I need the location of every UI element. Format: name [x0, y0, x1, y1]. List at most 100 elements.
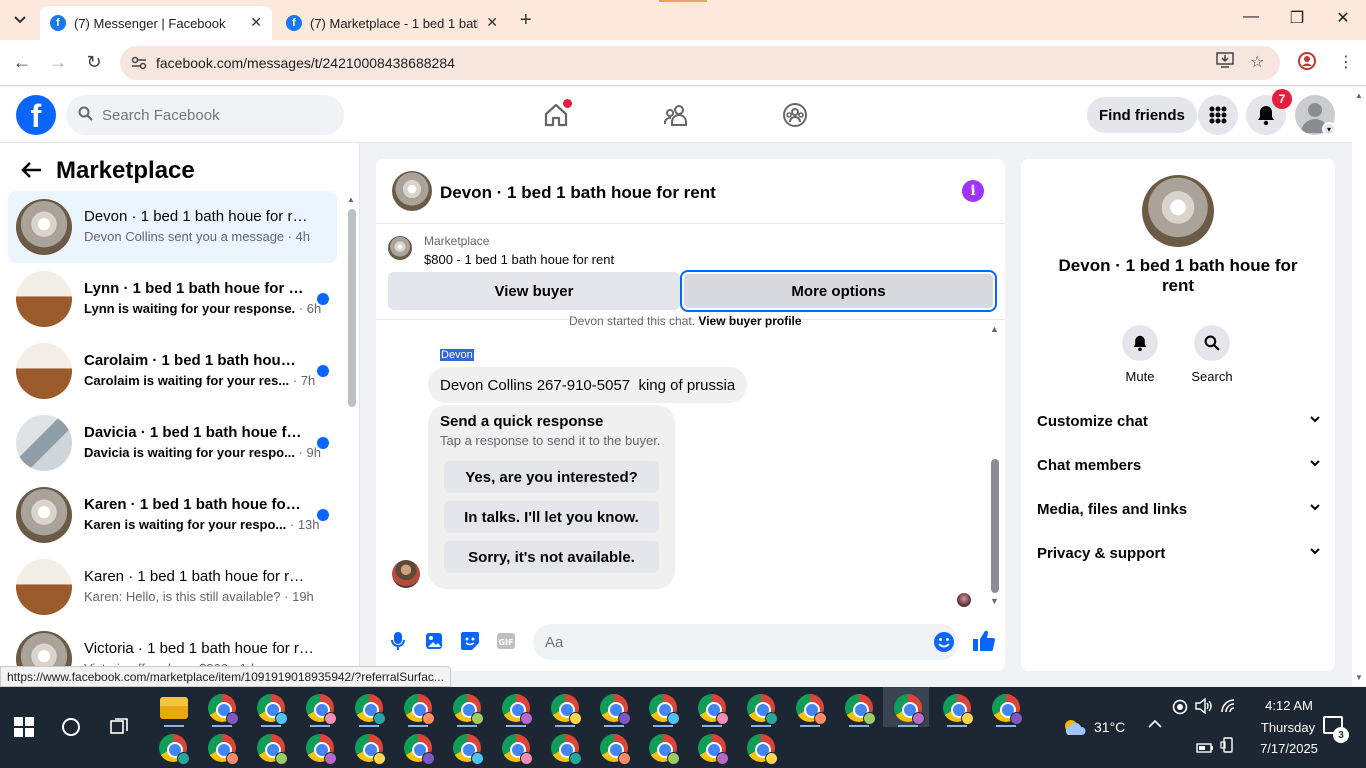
sidebar-scrollbar[interactable] [348, 209, 356, 407]
chrome-window-icon[interactable] [257, 694, 288, 725]
chrome-window-icon[interactable] [355, 734, 386, 765]
restore-window-icon[interactable]: ❐ [1282, 8, 1312, 28]
chrome-window-icon[interactable] [698, 734, 729, 765]
listing-thumbnail[interactable] [392, 171, 432, 211]
quick-response-option[interactable]: In talks. I'll let you know. [444, 501, 659, 533]
chrome-window-icon[interactable] [649, 694, 680, 725]
omnibox[interactable]: facebook.com/messages/t/2421000843868828… [120, 46, 1280, 80]
view-buyer-profile-link[interactable]: View buyer profile [698, 314, 801, 328]
groups-icon[interactable] [779, 99, 811, 131]
url-text[interactable]: facebook.com/messages/t/2421000843868828… [156, 55, 455, 71]
conversation-item-carolaim[interactable]: Carolaim · 1 bed 1 bath houe for rent Ca… [8, 335, 337, 407]
conversation-item-devon[interactable]: Devon · 1 bed 1 bath houe for rent Devon… [8, 191, 337, 263]
chrome-window-icon[interactable] [306, 694, 337, 725]
customize-chat-section[interactable]: Customize chat [1029, 399, 1327, 443]
chat-scrollbar[interactable] [991, 459, 999, 593]
windows-start-icon[interactable] [14, 717, 34, 737]
chrome-window-icon[interactable] [551, 694, 582, 725]
back-arrow-icon[interactable]: ← [10, 52, 34, 73]
conversation-item-davicia[interactable]: Davicia · 1 bed 1 bath houe for rent Dav… [8, 407, 337, 479]
friends-icon[interactable] [660, 99, 692, 131]
clock-day[interactable]: Thursday [1248, 720, 1328, 735]
emoji-icon[interactable] [933, 631, 955, 653]
more-options-button[interactable]: More options [680, 270, 997, 312]
reload-icon[interactable]: ↻ [82, 52, 106, 73]
browser-tab-marketplace[interactable]: f (7) Marketplace - 1 bed 1 bath h ✕ [276, 6, 508, 40]
task-view-icon[interactable] [110, 718, 130, 736]
info-icon[interactable]: i [962, 180, 984, 202]
chrome-window-icon[interactable] [404, 694, 435, 725]
tab-search-dropdown[interactable] [8, 8, 32, 32]
chrome-window-icon[interactable] [894, 694, 925, 725]
chrome-window-icon[interactable] [992, 694, 1023, 725]
site-settings-icon[interactable] [130, 54, 148, 72]
close-tab-icon[interactable]: ✕ [250, 14, 262, 31]
conversation-item-karen[interactable]: Karen · 1 bed 1 bath houe for rent Karen… [8, 479, 337, 551]
gif-icon[interactable]: GIF [495, 630, 517, 652]
chrome-window-icon[interactable] [257, 734, 288, 765]
media-files-links-section[interactable]: Media, files and links [1029, 487, 1327, 531]
close-window-icon[interactable]: ✕ [1328, 8, 1358, 28]
chrome-window-icon[interactable] [208, 734, 239, 765]
listing-title[interactable]: $800 - 1 bed 1 bath houe for rent [424, 252, 614, 267]
conversation-item-lynn[interactable]: Lynn · 1 bed 1 bath houe for rent Lynn i… [8, 263, 337, 335]
chrome-window-icon[interactable] [502, 694, 533, 725]
thumbs-up-icon[interactable] [972, 629, 996, 653]
chrome-window-icon[interactable] [796, 694, 827, 725]
mute-button[interactable]: Mute [1110, 325, 1170, 384]
sticker-icon[interactable] [459, 630, 481, 652]
new-tab-button[interactable]: + [520, 9, 532, 32]
chrome-window-icon[interactable] [355, 694, 386, 725]
chrome-window-icon[interactable] [649, 734, 680, 765]
display-icon[interactable] [1220, 737, 1236, 756]
scroll-down-arrow-icon[interactable]: ▼ [1355, 673, 1363, 682]
file-explorer-icon[interactable] [160, 697, 188, 719]
conversation-item-karen-2[interactable]: Karen · 1 bed 1 bath houe for rent Karen… [8, 551, 337, 623]
weather-temperature[interactable]: 31°C [1094, 719, 1125, 735]
location-icon[interactable] [1172, 699, 1188, 718]
clock-date[interactable]: 7/17/2025 [1244, 741, 1334, 756]
chrome-window-icon[interactable] [551, 734, 582, 765]
message-input[interactable] [545, 633, 915, 651]
scroll-up-arrow-icon[interactable]: ▲ [347, 195, 355, 204]
chrome-window-icon[interactable] [502, 734, 533, 765]
chrome-window-icon[interactable] [747, 694, 778, 725]
close-tab-icon[interactable]: ✕ [486, 14, 498, 31]
page-scrollbar[interactable]: ▲ ▼ [1352, 87, 1366, 686]
minimize-window-icon[interactable]: — [1236, 8, 1266, 26]
scroll-down-arrow-icon[interactable]: ▼ [990, 596, 999, 606]
clock-time[interactable]: 4:12 AM [1254, 698, 1324, 713]
sender-avatar[interactable] [392, 560, 420, 588]
facebook-search[interactable] [66, 95, 344, 135]
browser-menu-icon[interactable]: ⋮ [1338, 52, 1354, 72]
forward-arrow-icon[interactable]: → [46, 52, 70, 73]
weather-cloud-icon[interactable] [1062, 718, 1088, 736]
scroll-up-arrow-icon[interactable]: ▲ [990, 324, 999, 334]
chrome-window-icon[interactable] [453, 734, 484, 765]
chrome-window-icon[interactable] [943, 694, 974, 725]
quick-response-option[interactable]: Yes, are you interested? [444, 461, 659, 493]
chrome-window-icon[interactable] [600, 694, 631, 725]
chrome-window-icon[interactable] [845, 694, 876, 725]
chrome-window-icon[interactable] [208, 694, 239, 725]
chrome-window-icon[interactable] [159, 734, 190, 765]
chat-title[interactable]: Devon · 1 bed 1 bath houe for rent [440, 183, 716, 203]
search-input[interactable] [102, 106, 322, 124]
chrome-window-icon[interactable] [747, 734, 778, 765]
chrome-window-icon[interactable] [698, 694, 729, 725]
browser-tab-messenger[interactable]: f (7) Messenger | Facebook ✕ [40, 6, 272, 40]
install-app-icon[interactable] [1216, 52, 1234, 73]
back-arrow-icon[interactable] [20, 159, 42, 185]
listing-thumbnail[interactable] [1142, 175, 1214, 247]
chevron-up-icon[interactable] [1148, 716, 1162, 732]
quick-response-option[interactable]: Sorry, it's not available. [444, 541, 659, 573]
chrome-window-icon[interactable] [306, 734, 337, 765]
menu-grid-icon[interactable] [1198, 95, 1238, 135]
search-icon[interactable] [62, 718, 80, 736]
speaker-icon[interactable] [1195, 697, 1213, 717]
scroll-up-arrow-icon[interactable]: ▲ [1355, 91, 1363, 100]
chrome-window-icon[interactable] [453, 694, 484, 725]
listing-thumbnail[interactable] [388, 236, 412, 260]
battery-icon[interactable] [1196, 740, 1214, 756]
privacy-support-section[interactable]: Privacy & support [1029, 531, 1327, 575]
